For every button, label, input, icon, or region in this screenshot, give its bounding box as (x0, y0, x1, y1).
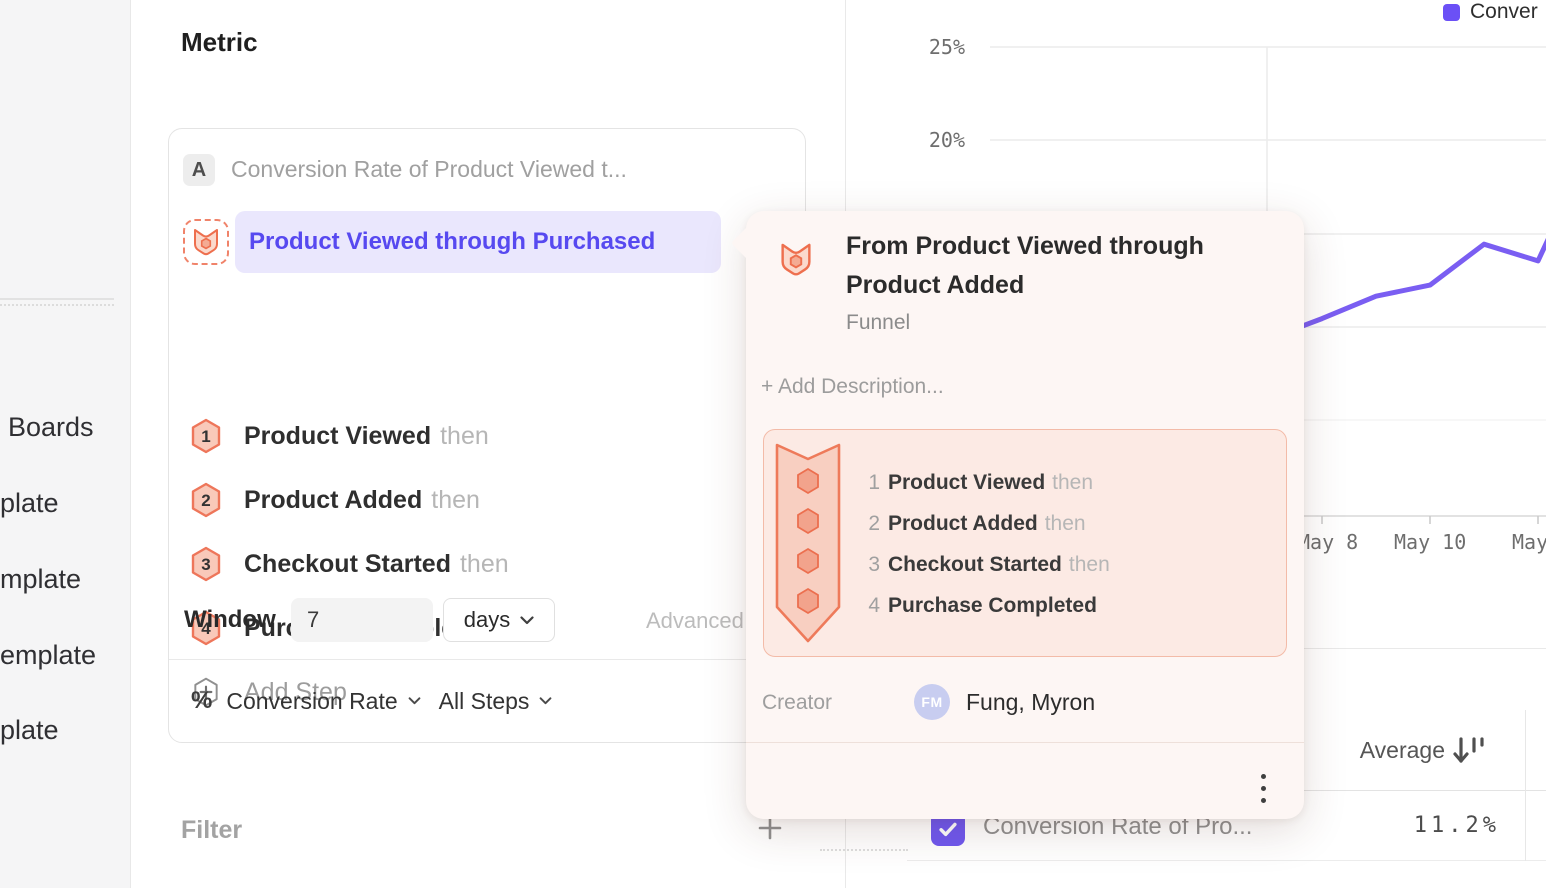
y-axis-tick-25: 25% (920, 35, 965, 59)
sidebar-item-template-2[interactable]: mplate (0, 564, 81, 595)
window-unit-select[interactable]: days (443, 598, 555, 642)
advanced-link[interactable]: Advanced (646, 608, 744, 634)
measure-type-dropdown[interactable]: Conversion Rate (226, 688, 397, 715)
card-divider (169, 659, 805, 660)
creator-name: Fung, Myron (966, 689, 1095, 716)
canvas-dotted-edge (820, 849, 908, 851)
sidebar-item-template-3[interactable]: emplate (0, 640, 96, 671)
step-2-badge: 2 (190, 482, 222, 518)
svg-text:2: 2 (201, 491, 210, 510)
selected-event-pill[interactable]: Product Viewed through Purchased (235, 211, 721, 273)
funnel-banner-icon (773, 441, 843, 650)
series-title[interactable]: Conversion Rate of Product Viewed t... (231, 156, 627, 183)
step-2-connector: then (431, 486, 480, 515)
funnel-details-popover: From Product Viewed through Product Adde… (746, 211, 1304, 819)
table-column-border (1525, 710, 1526, 861)
window-label: Window (184, 606, 276, 634)
sidebar-item-template-1[interactable]: plate (0, 488, 59, 519)
step-row-2[interactable]: 2 Product Added then (190, 482, 480, 518)
filter-section-title: Filter (181, 816, 242, 845)
metric-card: A Conversion Rate of Product Viewed t...… (168, 128, 806, 743)
step-1-connector: then (440, 422, 489, 451)
funnel-mark-icon (779, 241, 813, 283)
percent-icon: % (191, 687, 212, 715)
metric-section-title: Metric (181, 27, 258, 58)
conversion-rate-line (1268, 146, 1546, 339)
step-row-1[interactable]: 1 Product Viewed then (190, 418, 489, 454)
x-axis-tick-may10: May 10 (1394, 530, 1466, 554)
chevron-down-icon[interactable] (539, 697, 552, 705)
sidebar-item-template-4[interactable]: plate (0, 715, 59, 746)
kebab-menu-icon[interactable] (1251, 767, 1275, 809)
step-3-badge: 3 (190, 546, 222, 582)
window-value-input[interactable] (291, 598, 433, 642)
window-unit-value: days (464, 607, 510, 633)
step-3-name: Checkout Started (244, 550, 451, 579)
popover-step-2: 2 Product Added then (864, 512, 1086, 536)
step-1-name: Product Viewed (244, 422, 431, 451)
step-2-name: Product Added (244, 486, 422, 515)
step-3-connector: then (460, 550, 509, 579)
svg-text:3: 3 (201, 555, 210, 574)
popover-step-3: 3 Checkout Started then (864, 553, 1110, 577)
popover-type-label: Funnel (846, 311, 910, 335)
checkmark-icon (935, 816, 961, 842)
creator-avatar: FM (914, 684, 950, 720)
sidebar-dotted-divider (0, 304, 114, 306)
x-axis-tick-may8: May 8 (1298, 530, 1358, 554)
sidebar-divider (0, 298, 114, 300)
x-axis-tick-may12: May (1512, 530, 1546, 554)
series-a-badge: A (183, 154, 215, 186)
popover-step-1: 1 Product Viewed then (864, 471, 1093, 495)
creator-label: Creator (762, 691, 832, 715)
y-axis-tick-20: 20% (920, 128, 965, 152)
svg-text:1: 1 (201, 427, 210, 446)
table-row-border (907, 860, 1546, 861)
left-sidebar: Boards plate mplate emplate plate (0, 0, 131, 888)
app-screen: Conver 25% 20% May 8 May 10 May Average (0, 0, 1546, 888)
table-row-average-value: 11.2% (1414, 813, 1500, 838)
chevron-down-icon (520, 616, 534, 625)
measure-row: % Conversion Rate All Steps (191, 687, 570, 715)
funnel-event-icon[interactable] (183, 219, 229, 265)
popover-step-4: 4 Purchase Completed (864, 594, 1097, 618)
step-1-badge: 1 (190, 418, 222, 454)
steps-scope-dropdown[interactable]: All Steps (439, 688, 530, 715)
add-description-link[interactable]: + Add Description... (761, 375, 944, 399)
chevron-down-icon[interactable] (408, 697, 421, 705)
popover-footer-divider (746, 742, 1304, 743)
sort-descending-icon[interactable] (1452, 735, 1488, 772)
step-row-3[interactable]: 3 Checkout Started then (190, 546, 509, 582)
funnel-mark-icon (192, 227, 220, 257)
funnel-preview-box: 1 Product Viewed then 2 Product Added th… (763, 429, 1287, 657)
sidebar-item-boards[interactable]: Boards (8, 412, 94, 443)
popover-title: From Product Viewed through Product Adde… (846, 227, 1231, 305)
